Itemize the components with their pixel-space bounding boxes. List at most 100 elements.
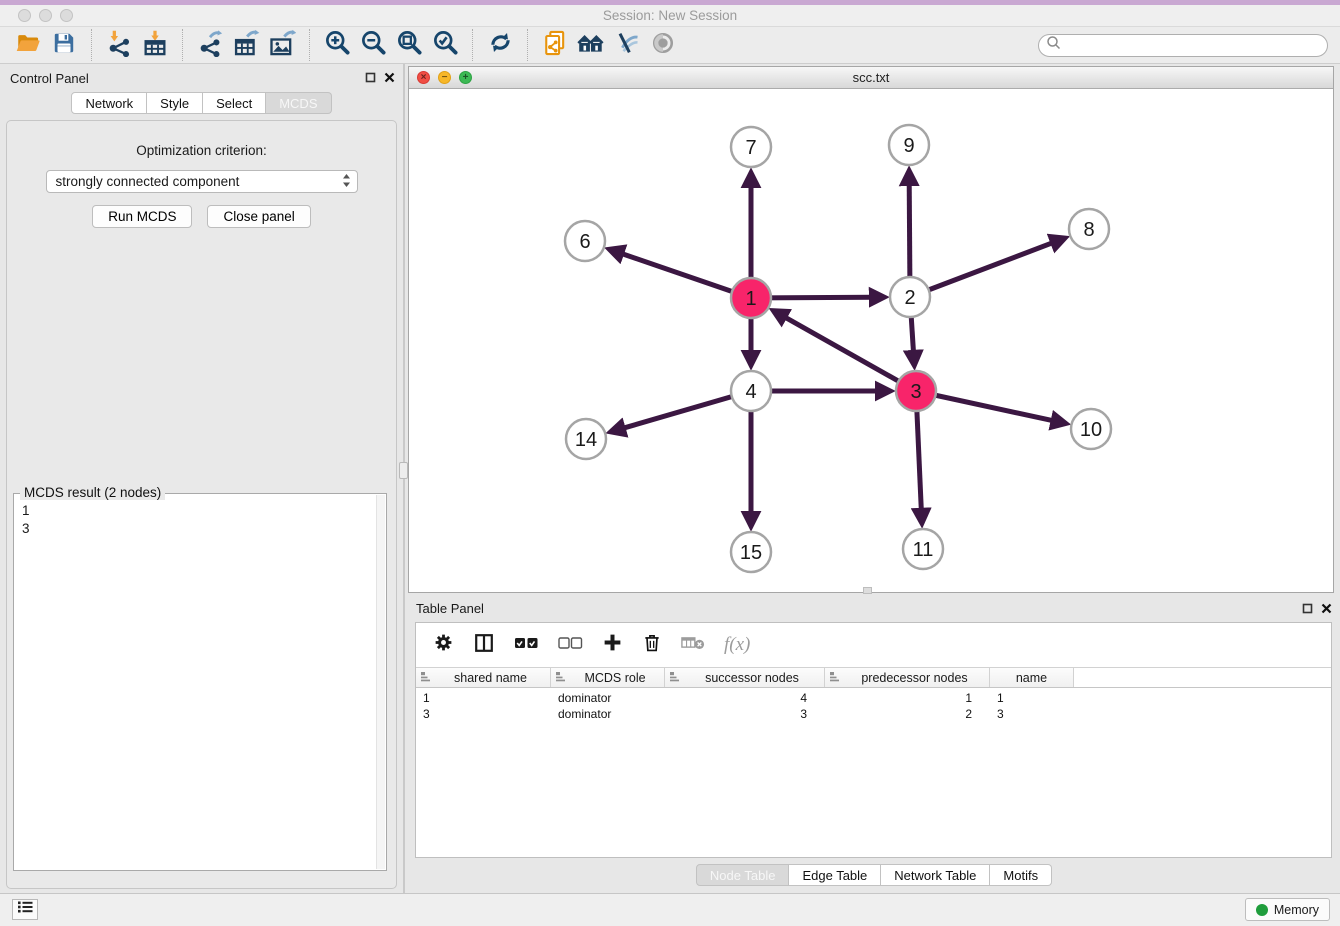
graphics-details-button[interactable] bbox=[609, 28, 645, 62]
network-window-titlebar[interactable]: × − + scc.txt bbox=[409, 67, 1333, 89]
svg-text:6: 6 bbox=[579, 231, 590, 253]
graph-node-4[interactable]: 4 bbox=[731, 371, 771, 411]
column-header-label: successor nodes bbox=[684, 671, 820, 685]
table-cell[interactable]: 1 bbox=[990, 691, 1074, 705]
graph-node-2[interactable]: 2 bbox=[890, 277, 930, 317]
graph-node-9[interactable]: 9 bbox=[889, 125, 929, 165]
graph-node-11[interactable]: 11 bbox=[903, 529, 943, 569]
close-panel-icon[interactable] bbox=[384, 70, 395, 88]
table-cell[interactable]: dominator bbox=[551, 691, 665, 705]
column-header-MCDS-role[interactable]: MCDS role bbox=[551, 668, 665, 687]
zoom-out-icon bbox=[360, 29, 387, 61]
export-image-icon bbox=[268, 29, 296, 62]
tab-edge-table[interactable]: Edge Table bbox=[789, 864, 881, 886]
table-cell[interactable]: 3 bbox=[665, 707, 825, 721]
network-canvas[interactable]: 7 9 6 8 1 2 4 3 14 10 15 11 bbox=[409, 89, 1333, 592]
tab-network-table[interactable]: Network Table bbox=[881, 864, 990, 886]
tab-select[interactable]: Select bbox=[203, 92, 266, 114]
table-cell[interactable]: 4 bbox=[665, 691, 825, 705]
graph-node-6[interactable]: 6 bbox=[565, 221, 605, 261]
network-from-selection-icon bbox=[541, 29, 569, 62]
float-panel-icon[interactable] bbox=[365, 70, 376, 88]
root-network-button[interactable] bbox=[573, 28, 609, 62]
result-scrollbar[interactable] bbox=[376, 495, 385, 869]
save-session-button[interactable] bbox=[46, 28, 82, 62]
network-zoom-button[interactable]: + bbox=[459, 71, 472, 84]
select-all-columns-button[interactable] bbox=[514, 635, 539, 656]
task-history-button[interactable] bbox=[12, 899, 38, 920]
import-network-button[interactable] bbox=[101, 28, 137, 62]
graph-node-15[interactable]: 15 bbox=[731, 532, 771, 572]
column-header-predecessor-nodes[interactable]: predecessor nodes bbox=[825, 668, 990, 687]
table-cell[interactable]: dominator bbox=[551, 707, 665, 721]
network-minimize-button[interactable]: − bbox=[438, 71, 451, 84]
table-panel: Table Panel f(x) shared nameMCDS role suc… bbox=[408, 595, 1340, 893]
tab-motifs[interactable]: Motifs bbox=[990, 864, 1052, 886]
delete-row-button[interactable] bbox=[642, 632, 662, 658]
task-list-icon bbox=[17, 900, 34, 919]
column-type-icon bbox=[420, 671, 435, 685]
open-session-button[interactable] bbox=[10, 28, 46, 62]
apply-layout-button[interactable] bbox=[482, 28, 518, 62]
column-header-shared-name[interactable]: shared name bbox=[416, 668, 551, 687]
tab-network[interactable]: Network bbox=[71, 92, 147, 114]
split-columns-button[interactable] bbox=[473, 632, 495, 659]
tab-style[interactable]: Style bbox=[147, 92, 203, 114]
column-header-name[interactable]: name bbox=[990, 668, 1074, 687]
float-panel-icon[interactable] bbox=[1302, 601, 1313, 619]
criterion-select[interactable]: strongly connected component bbox=[46, 170, 358, 193]
close-panel-button[interactable]: Close panel bbox=[207, 205, 310, 228]
svg-text:11: 11 bbox=[913, 539, 934, 561]
zoom-fit-button[interactable] bbox=[391, 28, 427, 62]
tab-node-table[interactable]: Node Table bbox=[696, 864, 790, 886]
graph-node-14[interactable]: 14 bbox=[566, 419, 606, 459]
graph-edge-2-8[interactable] bbox=[910, 242, 1054, 297]
table-cell[interactable]: 1 bbox=[825, 691, 990, 705]
graph-edge-3-10[interactable] bbox=[916, 391, 1055, 421]
table-cell[interactable]: 3 bbox=[990, 707, 1074, 721]
column-header-successor-nodes[interactable]: successor nodes bbox=[665, 668, 825, 687]
export-network-button[interactable] bbox=[192, 28, 228, 62]
add-row-button[interactable] bbox=[602, 632, 623, 658]
zoom-window-button[interactable] bbox=[60, 9, 73, 22]
export-image-button[interactable] bbox=[264, 28, 300, 62]
function-builder-button[interactable]: f(x) bbox=[724, 634, 750, 656]
graph-node-8[interactable]: 8 bbox=[1069, 209, 1109, 249]
close-window-button[interactable] bbox=[18, 9, 31, 22]
tab-mcds[interactable]: MCDS bbox=[266, 92, 331, 114]
mcds-result-line: 3 bbox=[22, 520, 386, 538]
graph-node-1[interactable]: 1 bbox=[731, 278, 771, 318]
search-input[interactable] bbox=[1062, 37, 1302, 54]
show-hide-button[interactable] bbox=[645, 28, 681, 62]
horizontal-splitter-handle[interactable] bbox=[863, 587, 872, 594]
close-panel-icon[interactable] bbox=[1321, 601, 1332, 619]
zoom-selected-button[interactable] bbox=[427, 28, 463, 62]
memory-button[interactable]: Memory bbox=[1245, 898, 1330, 921]
table-row[interactable]: 3dominator323 bbox=[416, 706, 1331, 722]
minimize-window-button[interactable] bbox=[39, 9, 52, 22]
deselect-all-columns-button[interactable] bbox=[558, 635, 583, 656]
table-row[interactable]: 1dominator411 bbox=[416, 690, 1331, 706]
import-table-button[interactable] bbox=[137, 28, 173, 62]
table-panel-title: Table Panel bbox=[416, 601, 484, 616]
graph-node-7[interactable]: 7 bbox=[731, 127, 771, 167]
graph-node-3[interactable]: 3 bbox=[896, 371, 936, 411]
zoom-out-button[interactable] bbox=[355, 28, 391, 62]
checked-checkboxes-icon bbox=[514, 638, 539, 655]
table-cell[interactable]: 2 bbox=[825, 707, 990, 721]
table-settings-button[interactable] bbox=[433, 632, 454, 658]
zoom-in-button[interactable] bbox=[319, 28, 355, 62]
run-mcds-button[interactable]: Run MCDS bbox=[92, 205, 192, 228]
export-table-button[interactable] bbox=[228, 28, 264, 62]
network-from-selection-button[interactable] bbox=[537, 28, 573, 62]
network-close-button[interactable]: × bbox=[417, 71, 430, 84]
vertical-splitter-handle[interactable] bbox=[399, 462, 408, 479]
table-cell[interactable]: 3 bbox=[416, 707, 551, 721]
svg-text:14: 14 bbox=[575, 429, 597, 451]
table-cell[interactable]: 1 bbox=[416, 691, 551, 705]
window-traffic-lights[interactable] bbox=[18, 9, 73, 22]
search-field[interactable] bbox=[1038, 34, 1328, 57]
delete-column-button[interactable] bbox=[681, 634, 705, 656]
graph-node-10[interactable]: 10 bbox=[1071, 409, 1111, 449]
graph-edge-3-1[interactable] bbox=[783, 316, 916, 391]
